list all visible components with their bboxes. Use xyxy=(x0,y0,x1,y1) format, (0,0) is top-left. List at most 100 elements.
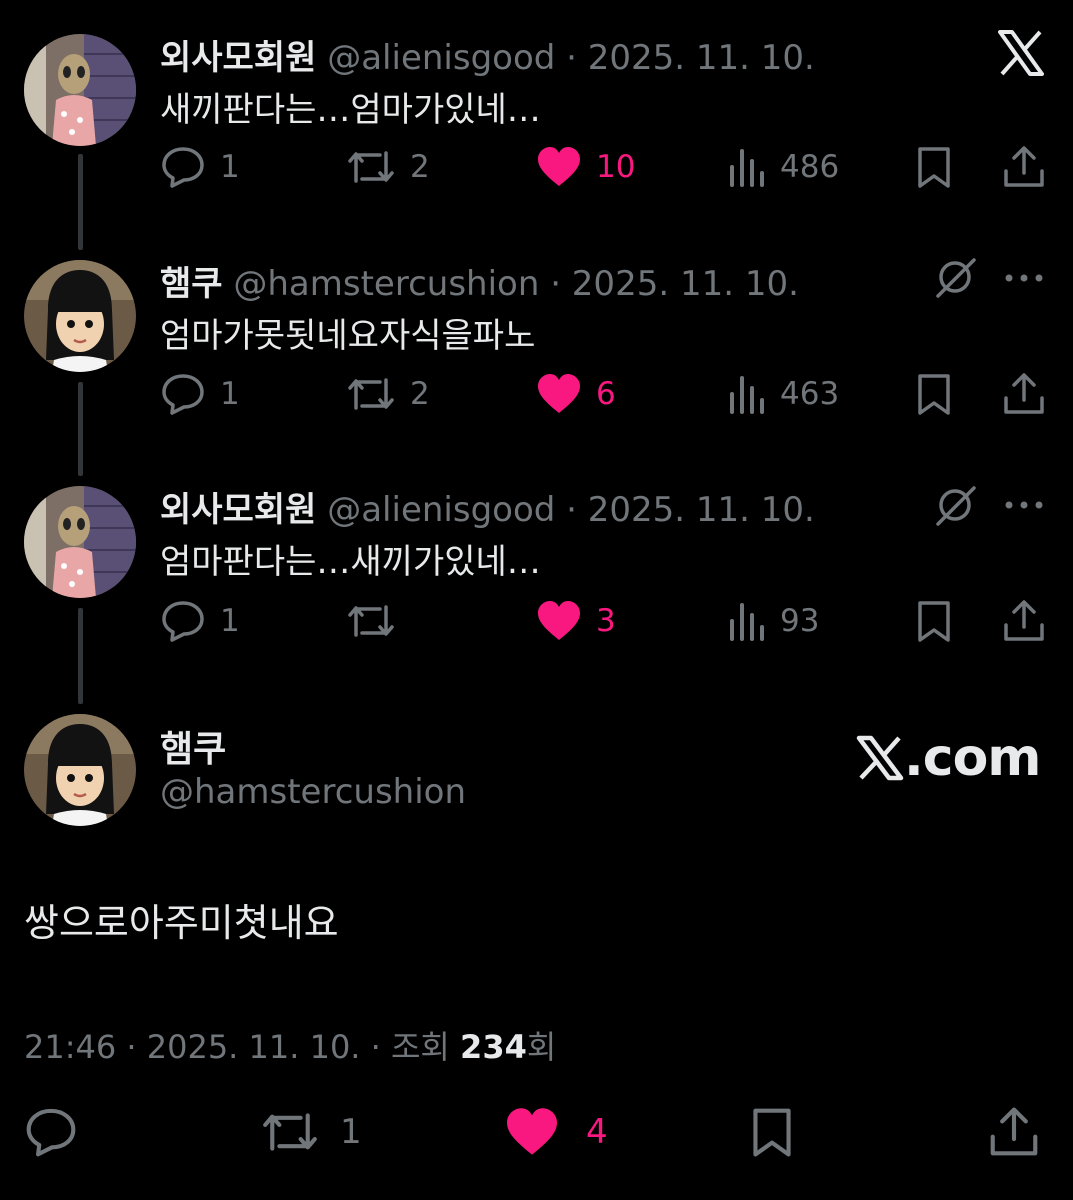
x-logo-icon[interactable] xyxy=(998,30,1044,80)
reply-button[interactable]: 1 xyxy=(160,370,240,418)
reply-button[interactable] xyxy=(24,1102,92,1162)
x-com-watermark: .com xyxy=(856,728,1041,788)
bookmark-button[interactable] xyxy=(748,1102,796,1162)
x-logo-icon xyxy=(856,735,904,781)
views-button[interactable]: 93 xyxy=(728,597,819,645)
repost-icon xyxy=(348,378,394,410)
like-button[interactable]: 4 xyxy=(504,1102,608,1162)
repost-button[interactable]: 2 xyxy=(346,370,430,418)
display-name[interactable]: 외사모회원 xyxy=(160,490,316,530)
alien-avatar-icon xyxy=(24,486,136,598)
tweet-actions: 1 2 10 486 xyxy=(160,143,1050,191)
bookmark-icon xyxy=(918,147,950,188)
reply-count: 1 xyxy=(220,376,240,412)
timestamp[interactable]: · 2025. 11. 10. xyxy=(566,490,815,530)
reply-icon xyxy=(162,147,204,188)
grok-icon[interactable] xyxy=(934,484,976,530)
timestamp[interactable]: 21:46 · 2025. 11. 10. · 조회 xyxy=(24,1028,460,1066)
display-name[interactable]: 햄쿠 xyxy=(160,264,223,304)
views-icon xyxy=(730,603,764,641)
views-button[interactable]: 486 xyxy=(728,143,839,191)
alien-avatar-icon xyxy=(24,34,136,146)
bookmark-button[interactable] xyxy=(914,597,954,645)
reply-button[interactable]: 1 xyxy=(160,143,240,191)
tweet-meta: 21:46 · 2025. 11. 10. · 조회 234회 xyxy=(24,1022,556,1068)
repost-icon xyxy=(348,605,394,637)
like-button[interactable]: 10 xyxy=(536,143,635,191)
like-count: 3 xyxy=(596,603,616,639)
display-name[interactable]: 햄쿠 xyxy=(160,720,226,772)
share-button[interactable] xyxy=(1002,370,1046,418)
repost-button[interactable]: 2 xyxy=(346,143,430,191)
reply-button[interactable]: 1 xyxy=(160,597,240,645)
tweet-actions: 1 2 6 463 xyxy=(160,370,1050,418)
view-suffix: 회 xyxy=(526,1028,557,1066)
heart-icon xyxy=(538,147,580,186)
share-icon xyxy=(1004,373,1044,414)
reply-count: 1 xyxy=(220,603,240,639)
heart-icon xyxy=(538,374,580,413)
repost-count: 2 xyxy=(410,149,430,185)
repost-icon xyxy=(348,151,394,183)
views-button[interactable]: 463 xyxy=(728,370,839,418)
reply-icon xyxy=(162,374,204,415)
thread-line xyxy=(78,382,83,476)
bookmark-button[interactable] xyxy=(914,370,954,418)
avatar[interactable] xyxy=(24,714,136,826)
like-count: 6 xyxy=(596,376,616,412)
avatar[interactable] xyxy=(24,34,136,146)
view-count: 463 xyxy=(780,376,840,412)
like-button[interactable]: 3 xyxy=(536,597,616,645)
tweet-text: 엄마판다는…새끼가있네… xyxy=(160,542,541,582)
handle[interactable]: @hamstercushion xyxy=(233,264,539,304)
bookmark-icon xyxy=(918,601,950,642)
thread-line xyxy=(78,608,83,704)
bookmark-icon xyxy=(753,1108,791,1157)
reply-icon xyxy=(162,601,204,642)
more-icon[interactable] xyxy=(1004,497,1044,516)
heart-icon xyxy=(507,1108,557,1155)
view-count: 234 xyxy=(460,1028,527,1066)
repost-button[interactable]: 1 xyxy=(260,1102,362,1162)
share-icon xyxy=(1004,600,1044,641)
tweet-header: 햄쿠 @hamstercushion · 2025. 11. 10. xyxy=(160,256,799,305)
like-button[interactable]: 6 xyxy=(536,370,616,418)
heart-icon xyxy=(538,601,580,640)
tweet-actions: 1 3 93 xyxy=(160,597,1050,645)
more-icon[interactable] xyxy=(1004,270,1044,289)
share-button[interactable] xyxy=(1002,143,1046,191)
view-count: 486 xyxy=(780,149,840,185)
timestamp[interactable]: · 2025. 11. 10. xyxy=(566,38,815,78)
share-icon xyxy=(1004,146,1044,187)
views-icon xyxy=(730,376,764,414)
repost-button[interactable] xyxy=(346,597,410,645)
view-count: 93 xyxy=(780,603,820,639)
reply-count: 1 xyxy=(220,149,240,185)
brand-text: .com xyxy=(904,728,1041,788)
share-button[interactable] xyxy=(1002,597,1046,645)
mii-avatar-icon xyxy=(24,714,136,826)
repost-icon xyxy=(263,1113,317,1151)
bookmark-button[interactable] xyxy=(914,143,954,191)
avatar[interactable] xyxy=(24,486,136,598)
timestamp[interactable]: · 2025. 11. 10. xyxy=(550,264,799,304)
tweet-header: 외사모회원 @alienisgood · 2025. 11. 10. xyxy=(160,482,815,531)
repost-count: 2 xyxy=(410,376,430,412)
tweet-text: 쌍으로아주미쳣내요 xyxy=(24,901,339,945)
repost-count: 1 xyxy=(340,1112,362,1152)
display-name[interactable]: 외사모회원 xyxy=(160,38,316,78)
like-count: 4 xyxy=(586,1112,608,1152)
share-button[interactable] xyxy=(988,1102,1040,1162)
handle[interactable]: @hamstercushion xyxy=(160,772,466,812)
handle[interactable]: @alienisgood xyxy=(327,490,555,530)
share-icon xyxy=(990,1107,1038,1156)
grok-icon[interactable] xyxy=(934,256,976,302)
views-icon xyxy=(730,149,764,187)
bookmark-icon xyxy=(918,374,950,415)
handle[interactable]: @alienisgood xyxy=(327,38,555,78)
tweet-header: 외사모회원 @alienisgood · 2025. 11. 10. xyxy=(160,30,815,79)
avatar[interactable] xyxy=(24,260,136,372)
like-count: 10 xyxy=(596,149,636,185)
tweet-text: 새끼판다는…엄마가있네… xyxy=(160,90,541,130)
tweet-actions: 1 4 xyxy=(24,1102,1044,1162)
